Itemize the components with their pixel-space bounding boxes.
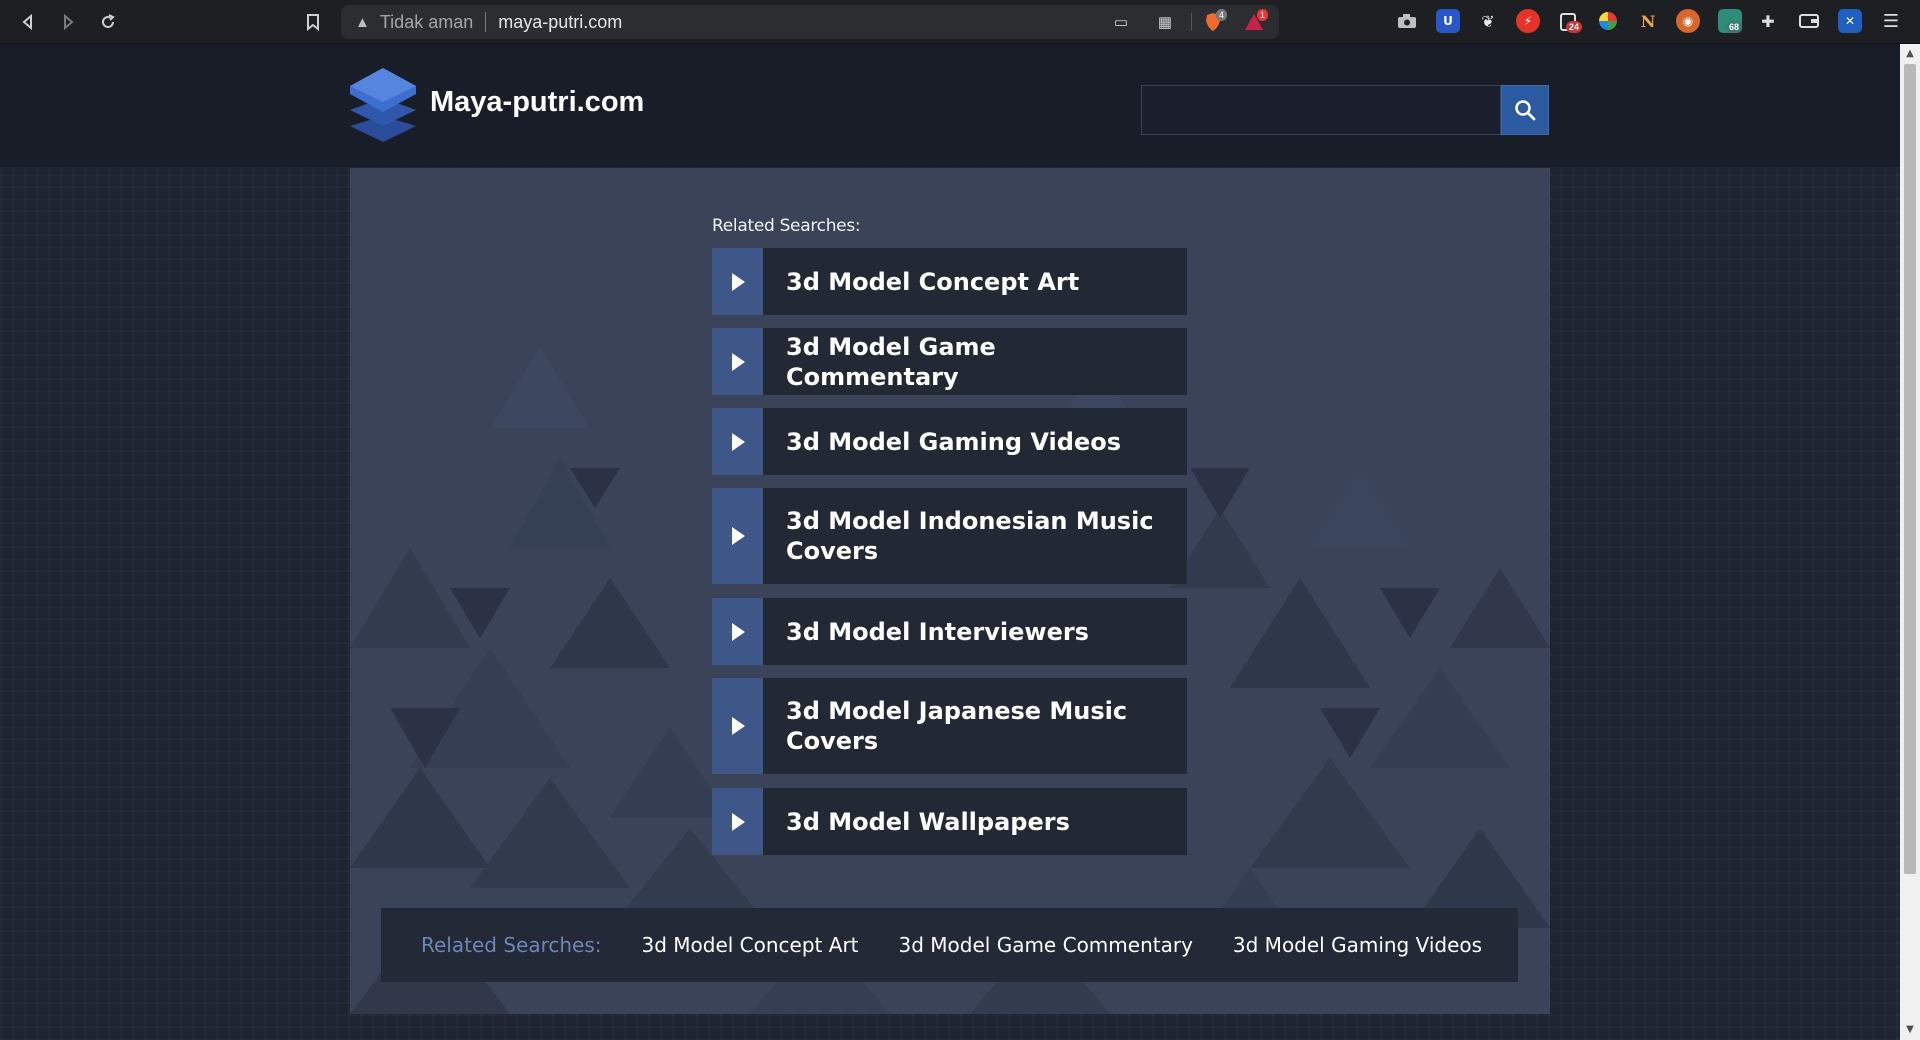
rewards-badge: 1 (1257, 9, 1269, 21)
related-search-label[interactable]: 3d Model Japanese Music Covers (763, 678, 1187, 774)
fox-extension-icon[interactable]: ◉ (1676, 9, 1700, 33)
related-search-label[interactable]: 3d Model Indonesian Music Covers (763, 488, 1187, 584)
browser-toolbar: ▲ Tidak aman maya-putri.com ▭ ▦ 4 1 U ❦ … (0, 0, 1920, 44)
related-searches-title: Related Searches: (712, 216, 861, 236)
bookmark-icon[interactable] (297, 6, 329, 38)
play-arrow-icon (712, 488, 763, 584)
play-arrow-icon (712, 788, 763, 855)
url-divider (485, 12, 487, 32)
related-search-label[interactable]: 3d Model Interviewers (763, 598, 1111, 665)
play-arrow-icon (712, 408, 763, 475)
scroll-up-icon[interactable]: ▲ (1900, 46, 1920, 62)
forward-icon[interactable] (52, 6, 84, 38)
warning-icon: ▲ (355, 13, 370, 31)
related-search-item[interactable]: 3d Model Japanese Music Covers (712, 678, 1187, 774)
color-wheel-icon[interactable] (1596, 9, 1620, 33)
related-search-label[interactable]: 3d Model Wallpapers (763, 788, 1092, 855)
related-search-label[interactable]: 3d Model Gaming Videos (763, 408, 1143, 475)
main-content: Related Searches: 3d Model Concept Art 3… (350, 168, 1550, 1014)
profile-icon[interactable]: ✕ (1838, 9, 1862, 33)
rewards-icon[interactable]: 1 (1244, 9, 1269, 32)
shield-badge: 4 (1216, 9, 1228, 21)
extension-badge-2: 68 (1726, 21, 1743, 33)
webpage: Maya-putri.com Related Searches: 3d Mode… (0, 44, 1900, 1040)
url-text[interactable]: maya-putri.com (498, 12, 622, 33)
related-search-item[interactable]: 3d Model Concept Art (712, 248, 1187, 315)
wallet-icon[interactable] (1797, 9, 1821, 33)
search-button[interactable] (1501, 85, 1549, 135)
footer-related-bar: Related Searches: 3d Model Concept Art 3… (381, 908, 1518, 982)
related-search-item[interactable]: 3d Model Wallpapers (712, 788, 1187, 855)
footer-related-title: Related Searches: (421, 933, 602, 957)
bolt-extension-icon[interactable]: ⚡ (1516, 9, 1540, 33)
toolbar-divider (1191, 13, 1192, 31)
related-search-item[interactable]: 3d Model Gaming Videos (712, 408, 1187, 475)
security-status: Tidak aman (379, 11, 474, 32)
related-search-item[interactable]: 3d Model Game Commentary (712, 328, 1187, 395)
related-search-item[interactable]: 3d Model Interviewers (712, 598, 1187, 665)
extension-badge-1: 24 (1566, 21, 1583, 33)
address-bar[interactable]: ▲ Tidak aman maya-putri.com ▭ ▦ 4 1 (341, 5, 1279, 39)
scroll-thumb[interactable] (1904, 64, 1916, 874)
site-title[interactable]: Maya-putri.com (430, 86, 644, 119)
footer-related-link[interactable]: 3d Model Concept Art (642, 933, 859, 957)
related-search-item[interactable]: 3d Model Indonesian Music Covers (712, 488, 1187, 584)
play-arrow-icon (712, 328, 763, 395)
related-search-label[interactable]: 3d Model Game Commentary (763, 328, 1187, 395)
footer-related-link[interactable]: 3d Model Gaming Videos (1233, 933, 1482, 957)
play-arrow-icon (712, 598, 763, 665)
notion-like-icon[interactable]: N (1636, 9, 1660, 33)
stack-logo-icon[interactable] (348, 68, 418, 142)
related-search-label[interactable]: 3d Model Concept Art (763, 248, 1101, 315)
footer-related-link[interactable]: 3d Model Game Commentary (899, 933, 1193, 957)
shield-extension-icon[interactable]: U (1436, 9, 1460, 33)
clipboard-extension-icon[interactable]: 24 (1556, 9, 1583, 33)
scroll-down-icon[interactable]: ▼ (1900, 1022, 1920, 1038)
teal-extension-icon[interactable]: 68 (1718, 9, 1743, 33)
qr-code-icon[interactable]: ▦ (1155, 12, 1175, 32)
cast-icon[interactable]: ▭ (1111, 12, 1131, 32)
search-icon (1515, 100, 1536, 121)
play-arrow-icon (712, 248, 763, 315)
page-scrollbar[interactable]: ▲ ▼ (1900, 44, 1920, 1040)
brave-shield-icon[interactable]: 4 (1203, 9, 1228, 32)
play-arrow-icon (712, 678, 763, 774)
camera-icon[interactable] (1395, 9, 1419, 33)
reload-icon[interactable] (92, 6, 124, 38)
back-icon[interactable] (12, 6, 44, 38)
puzzle-icon[interactable]: ✚ (1756, 9, 1780, 33)
search-input[interactable] (1141, 85, 1501, 135)
menu-icon[interactable]: ☰ (1879, 9, 1903, 33)
gnome-icon[interactable]: ❦ (1476, 9, 1500, 33)
site-header: Maya-putri.com (0, 44, 1900, 167)
